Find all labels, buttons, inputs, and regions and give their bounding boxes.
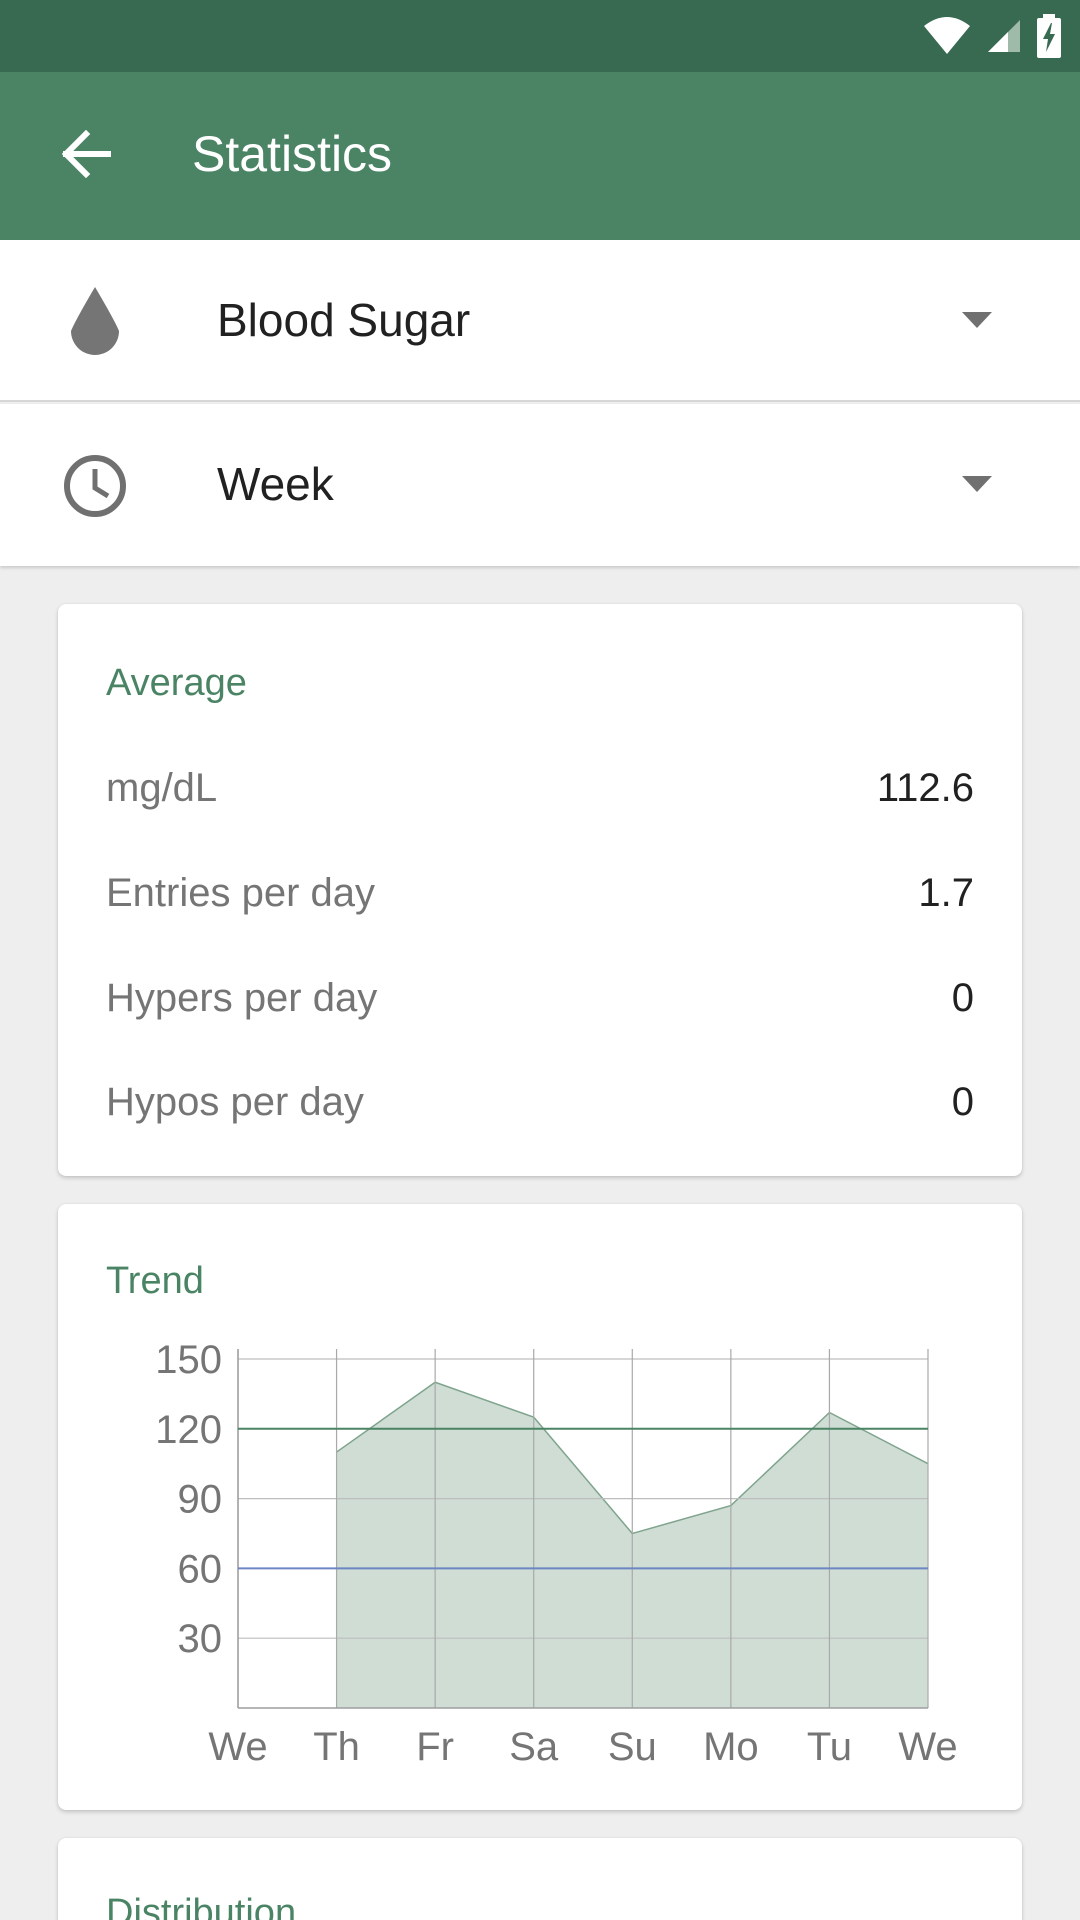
- x-tick-label: Fr: [416, 1725, 454, 1769]
- x-tick-label: We: [208, 1725, 267, 1769]
- stat-label: mg/dL: [106, 766, 218, 810]
- stat-label: Entries per day: [106, 871, 376, 915]
- clock-icon: [58, 449, 132, 523]
- x-tick-label: We: [898, 1725, 957, 1769]
- back-button[interactable]: [44, 112, 128, 196]
- stat-value: 112.6: [876, 766, 974, 810]
- status-icons: [922, 14, 1062, 58]
- battery-charging-icon: [1037, 14, 1061, 58]
- distribution-card-title: Distribution: [106, 1892, 297, 1920]
- cellular-signal-icon: [988, 20, 1020, 52]
- stat-value: 0: [951, 1080, 974, 1124]
- y-tick-label: 150: [155, 1338, 222, 1382]
- status-bar: [0, 0, 1080, 72]
- arrow-left-icon: [61, 130, 111, 178]
- interval-selector-label: Week: [217, 458, 334, 510]
- distribution-card: Distribution: [58, 1838, 1022, 1920]
- stat-row-hypers-per-day: Hypers per day 0: [106, 968, 974, 1028]
- y-tick-label: 60: [178, 1547, 223, 1591]
- x-tick-label: Tu: [807, 1725, 852, 1769]
- stat-label: Hypers per day: [106, 976, 378, 1020]
- y-tick-label: 120: [155, 1408, 222, 1452]
- stat-label: Hypos per day: [106, 1080, 364, 1124]
- x-tick-label: Sa: [509, 1725, 559, 1769]
- y-tick-label: 30: [178, 1617, 223, 1661]
- average-card: Average mg/dL 112.6 Entries per day 1.7 …: [58, 604, 1022, 1176]
- y-tick-label: 90: [178, 1478, 223, 1522]
- x-tick-label: Su: [608, 1725, 657, 1769]
- stat-value: 1.7: [918, 871, 974, 915]
- average-card-title: Average: [106, 662, 247, 704]
- wifi-icon: [924, 17, 970, 54]
- page-title: Statistics: [192, 126, 393, 182]
- category-selector-label: Blood Sugar: [217, 294, 471, 346]
- stat-row-entries-per-day: Entries per day 1.7: [106, 863, 974, 923]
- stat-row-hypos-per-day: Hypos per day 0: [106, 1072, 974, 1132]
- drop-icon: [58, 285, 132, 359]
- chevron-down-icon: [962, 312, 992, 328]
- stat-value: 0: [951, 976, 974, 1020]
- x-tick-label: Mo: [703, 1725, 759, 1769]
- interval-selector[interactable]: Week: [0, 404, 1080, 566]
- trend-card: Trend 150 120 90 60 30 We Th Fr Sa Su Mo Tu We: [58, 1204, 1022, 1810]
- app-bar: Statistics: [0, 72, 1080, 240]
- trend-chart: 150 120 90 60 30 We Th Fr Sa Su Mo Tu We: [155, 1338, 957, 1769]
- x-tick-label: Th: [313, 1725, 360, 1769]
- chevron-down-icon: [962, 476, 992, 492]
- category-selector[interactable]: Blood Sugar: [0, 240, 1080, 402]
- stat-row-average-value: mg/dL 112.6: [106, 758, 974, 818]
